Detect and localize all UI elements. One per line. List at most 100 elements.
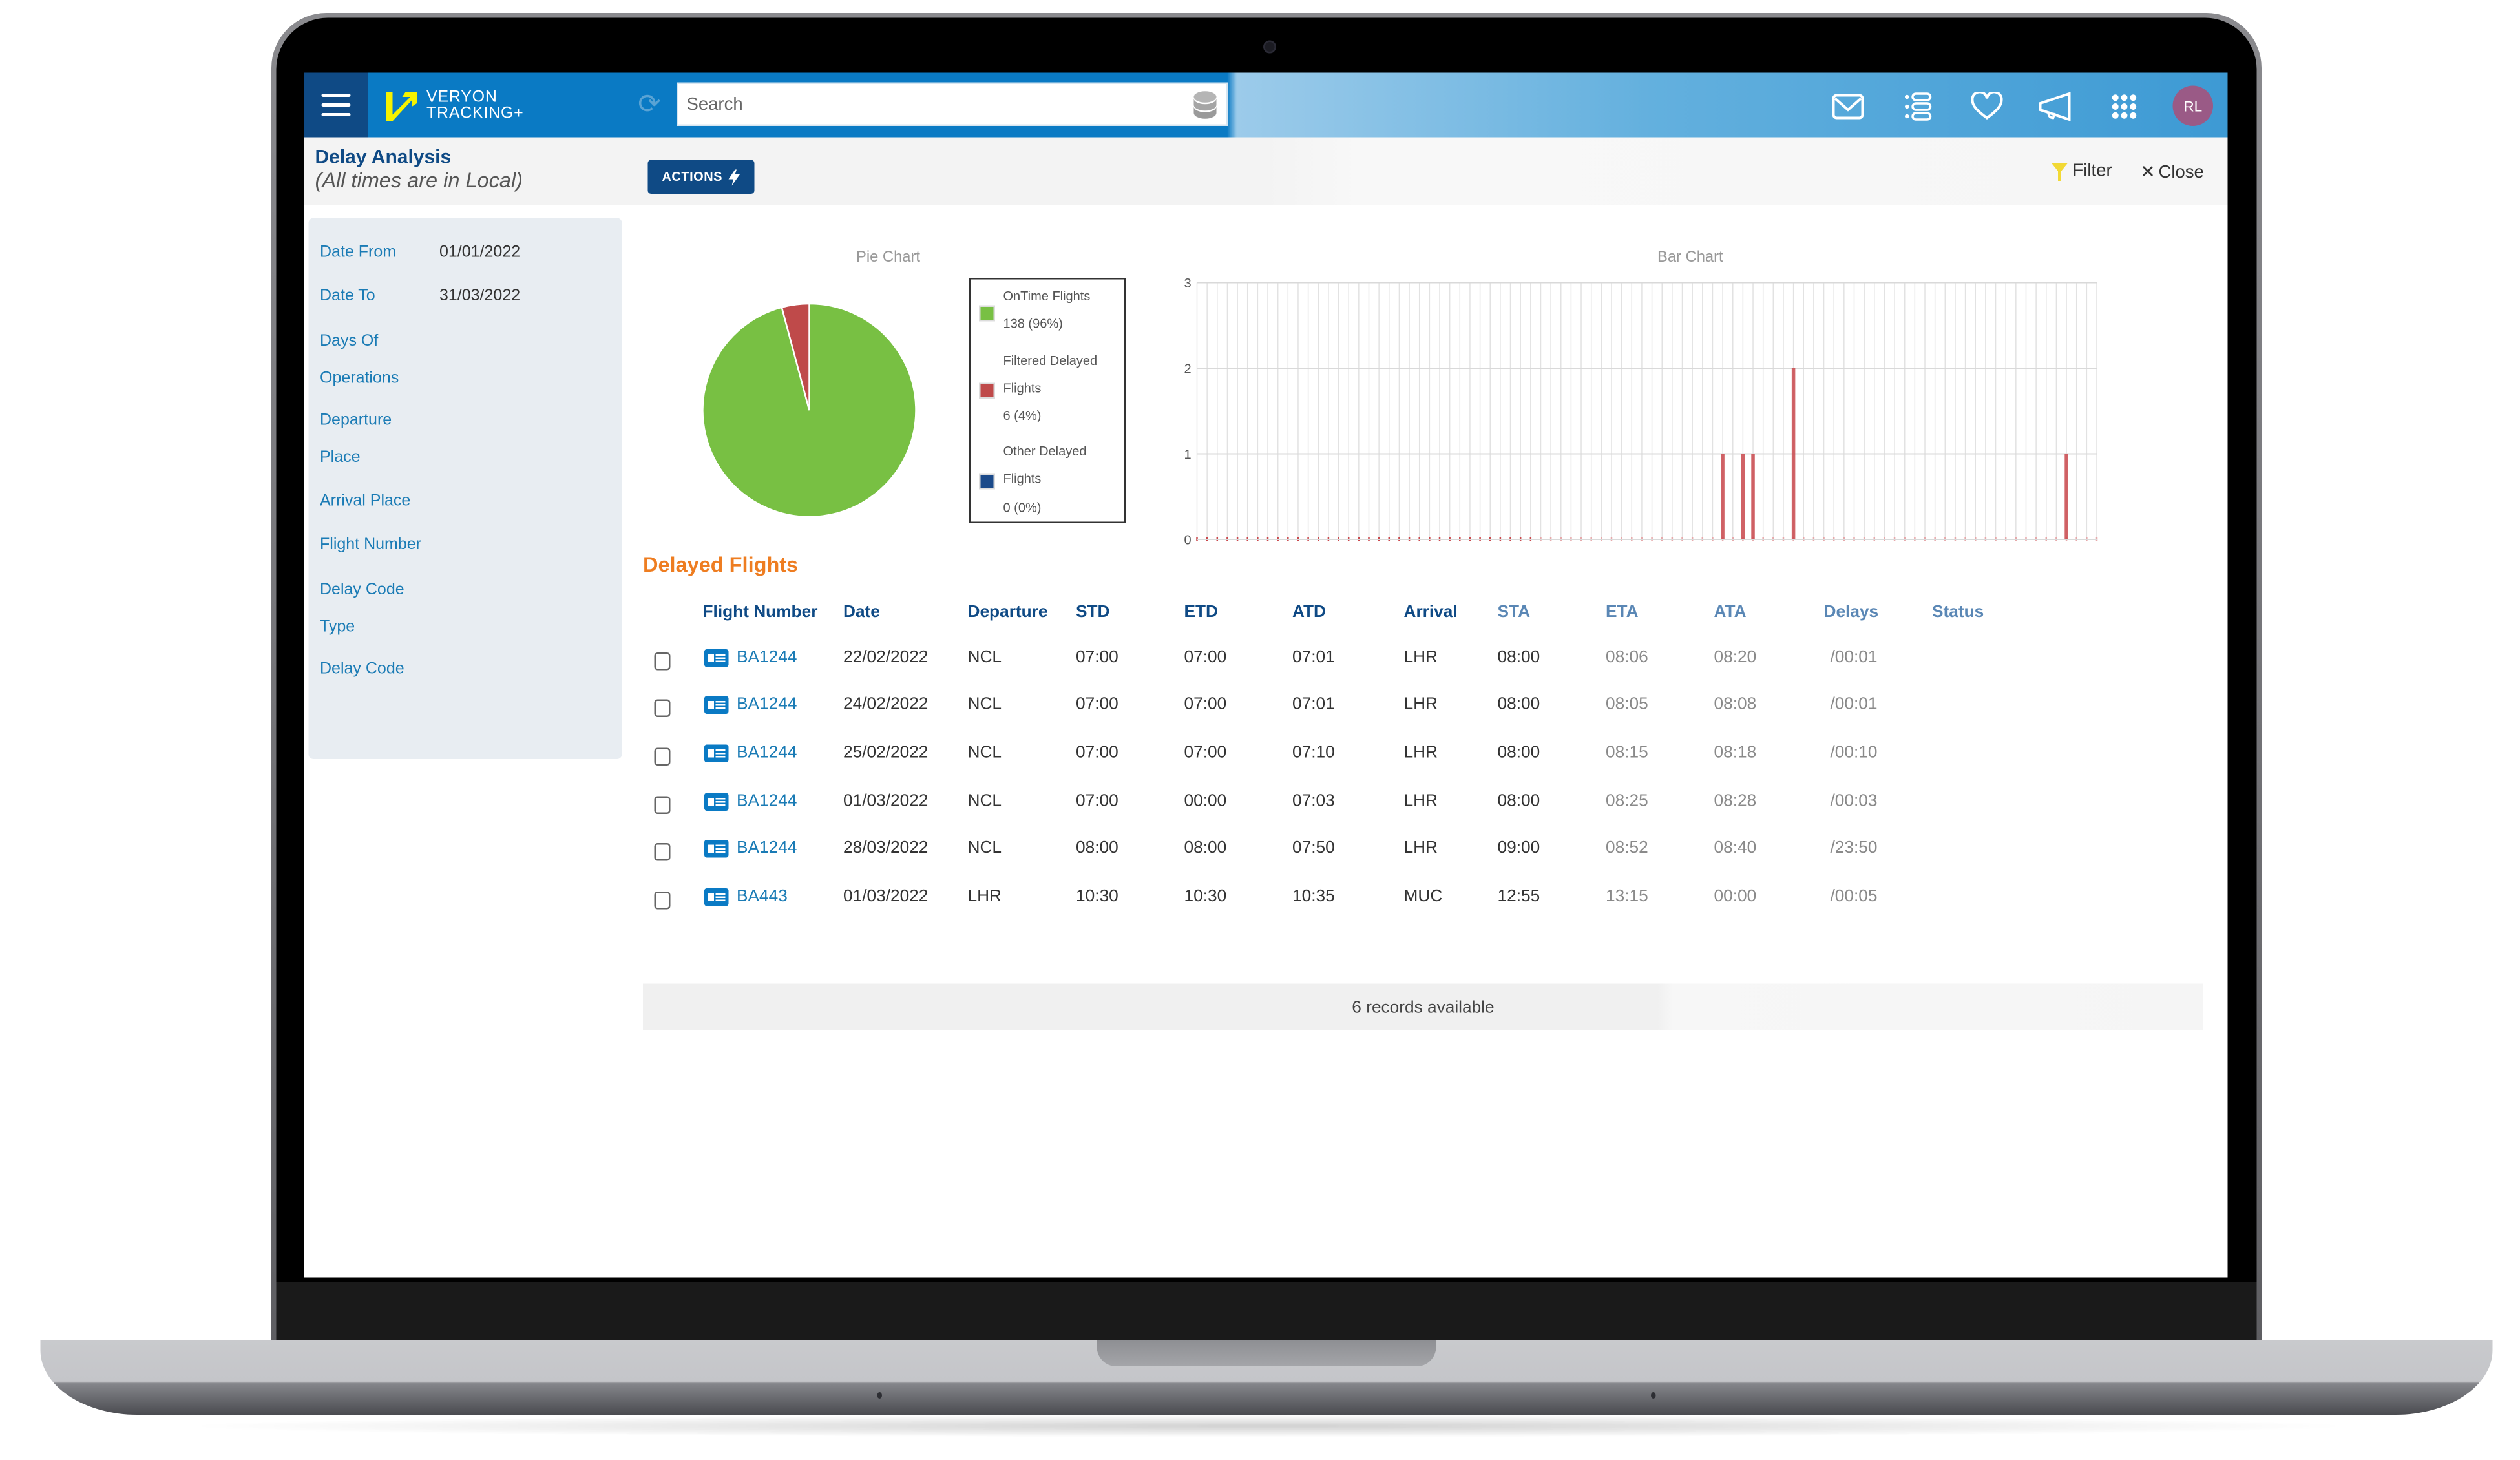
legend-swatch-ontime bbox=[979, 305, 995, 322]
apps-grid-icon[interactable] bbox=[2106, 89, 2142, 125]
actions-button[interactable]: ACTIONS bbox=[647, 160, 755, 194]
laptop-foot bbox=[1651, 1392, 1656, 1399]
menu-button[interactable] bbox=[304, 72, 368, 138]
column-header[interactable]: Delays bbox=[1824, 603, 1879, 622]
flight-details-icon[interactable] bbox=[704, 840, 729, 858]
column-header[interactable]: Departure bbox=[968, 603, 1048, 622]
cell-std: 07:00 bbox=[1076, 647, 1118, 667]
flight-number-link[interactable]: BA1244 bbox=[737, 648, 797, 667]
list-icon[interactable] bbox=[1900, 89, 1935, 125]
cell-std: 07:00 bbox=[1076, 743, 1118, 762]
refresh-icon[interactable]: ⟳ bbox=[635, 90, 664, 120]
cell-arr: LHR bbox=[1403, 647, 1438, 667]
cell-delays: /00:01 bbox=[1830, 694, 1878, 714]
row-checkbox[interactable] bbox=[654, 796, 671, 814]
menu-icon-bar bbox=[321, 103, 351, 107]
filter-label-delay-code[interactable]: Delay Code bbox=[320, 652, 404, 689]
row-checkbox[interactable] bbox=[654, 747, 671, 766]
row-checkbox[interactable] bbox=[654, 843, 671, 861]
mail-icon[interactable] bbox=[1831, 89, 1866, 125]
laptop-shadow bbox=[178, 1415, 2358, 1437]
database-icon[interactable] bbox=[1193, 90, 1217, 120]
row-checkbox[interactable] bbox=[654, 652, 671, 671]
column-header[interactable]: STA bbox=[1498, 603, 1531, 622]
filter-label-delay-code-type[interactable]: Delay Code Type bbox=[320, 574, 417, 647]
cell-delays: /00:03 bbox=[1830, 791, 1878, 811]
flight-number-link[interactable]: BA1244 bbox=[737, 743, 797, 762]
filter-label-days-of-operations[interactable]: Days Of Operations bbox=[320, 325, 417, 398]
column-header[interactable]: ETA bbox=[1606, 603, 1639, 622]
cell-ata: 08:20 bbox=[1714, 647, 1757, 667]
cell-arr: LHR bbox=[1403, 791, 1438, 811]
cell-eta: 13:15 bbox=[1606, 886, 1648, 906]
cell-eta: 08:15 bbox=[1606, 743, 1648, 762]
flight-number-link[interactable]: BA1244 bbox=[737, 694, 797, 714]
cell-std: 07:00 bbox=[1076, 791, 1118, 811]
flight-details-icon[interactable] bbox=[704, 696, 729, 714]
top-navbar bbox=[304, 72, 2228, 138]
cell-atd: 10:35 bbox=[1292, 886, 1335, 906]
column-header[interactable]: ETD bbox=[1184, 603, 1219, 622]
column-header[interactable]: ATA bbox=[1714, 603, 1747, 622]
filter-label-flight-number[interactable]: Flight Number bbox=[320, 528, 421, 565]
column-header[interactable]: STD bbox=[1076, 603, 1110, 622]
user-avatar[interactable]: RL bbox=[2172, 85, 2213, 126]
flight-details-icon[interactable] bbox=[704, 888, 729, 906]
flight-details-icon[interactable] bbox=[704, 793, 729, 811]
flight-number-link[interactable]: BA1244 bbox=[737, 839, 797, 858]
filter-label-arrival-place[interactable]: Arrival Place bbox=[320, 485, 410, 521]
page-header bbox=[304, 137, 2228, 205]
cell-sta: 12:55 bbox=[1497, 886, 1540, 906]
flight-details-icon[interactable] bbox=[704, 649, 729, 667]
filter-button[interactable]: Filter bbox=[2052, 162, 2112, 181]
cell-std: 08:00 bbox=[1076, 838, 1118, 858]
bar-25-02-2022[interactable] bbox=[1751, 454, 1755, 540]
close-button[interactable]: ✕ Close bbox=[2140, 162, 2204, 183]
filter-value-date-from: 01/01/2022 bbox=[439, 244, 521, 262]
bar-22-02-2022[interactable] bbox=[1721, 454, 1725, 540]
cell-etd: 10:30 bbox=[1184, 886, 1227, 906]
heart-icon[interactable] bbox=[1969, 89, 2005, 125]
cell-date: 28/03/2022 bbox=[843, 838, 929, 858]
flight-details-icon[interactable] bbox=[704, 744, 729, 762]
flight-number-link[interactable]: BA1244 bbox=[737, 791, 797, 811]
cell-atd: 07:10 bbox=[1292, 743, 1335, 762]
cell-dep: NCL bbox=[967, 647, 1002, 667]
flight-number-link[interactable]: BA443 bbox=[737, 887, 788, 906]
column-header[interactable]: Date bbox=[843, 603, 880, 622]
cell-std: 10:30 bbox=[1076, 886, 1118, 906]
column-header[interactable]: Flight Number bbox=[703, 603, 818, 622]
app-logo[interactable]: VERYON TRACKING+ bbox=[384, 87, 524, 126]
cell-date: 24/02/2022 bbox=[843, 694, 929, 714]
column-header[interactable]: ATD bbox=[1292, 603, 1326, 622]
logo-icon bbox=[386, 92, 417, 121]
cell-arr: LHR bbox=[1403, 838, 1438, 858]
column-header[interactable]: Status bbox=[1932, 603, 1984, 622]
bar-28-03-2022[interactable] bbox=[2064, 454, 2068, 540]
logo-text: VERYON TRACKING+ bbox=[426, 90, 524, 123]
cell-ata: 08:18 bbox=[1714, 743, 1757, 762]
bar-01-03-2022[interactable] bbox=[1791, 368, 1796, 539]
cell-eta: 08:52 bbox=[1606, 838, 1648, 858]
search-input[interactable] bbox=[678, 84, 1179, 125]
filter-label: Filter bbox=[2072, 162, 2112, 181]
megaphone-icon[interactable] bbox=[2037, 89, 2073, 125]
column-header[interactable]: Arrival bbox=[1404, 603, 1458, 622]
search-box[interactable] bbox=[677, 82, 1228, 126]
filter-label-date-to[interactable]: Date To bbox=[320, 280, 375, 316]
cell-sta: 08:00 bbox=[1497, 791, 1540, 811]
filter-label-date-from[interactable]: Date From bbox=[320, 236, 396, 272]
y-tick-label: 1 bbox=[1184, 448, 1192, 462]
close-icon: ✕ bbox=[2140, 163, 2156, 183]
bar-chart-title: Bar Chart bbox=[1657, 249, 1723, 267]
logo-line-1: VERYON bbox=[426, 89, 498, 107]
legend-label-ontime: OnTime Flights bbox=[1003, 289, 1091, 304]
filter-label-departure-place[interactable]: Departure Place bbox=[320, 404, 417, 477]
legend-label-filtered: Filtered Delayed Flights bbox=[1003, 353, 1098, 396]
row-checkbox[interactable] bbox=[654, 892, 671, 910]
cell-ata: 08:28 bbox=[1714, 791, 1757, 811]
bar-24-02-2022[interactable] bbox=[1741, 454, 1745, 540]
row-checkbox[interactable] bbox=[654, 699, 671, 717]
y-tick-label: 0 bbox=[1184, 534, 1192, 548]
records-footer: 6 records available bbox=[643, 983, 2203, 1030]
